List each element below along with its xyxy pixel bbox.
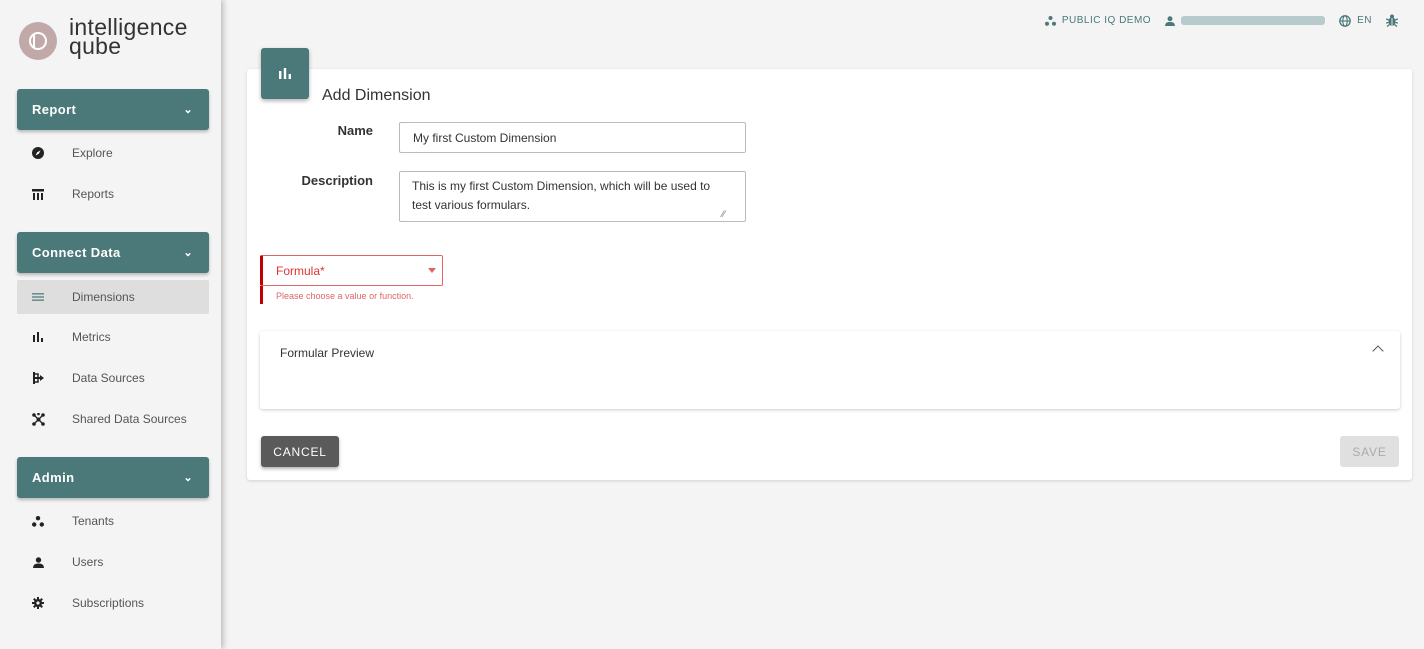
sidebar-item-shared-data-sources[interactable]: Shared Data Sources <box>17 402 209 436</box>
description-label: Description <box>301 173 373 188</box>
formula-error-bar <box>260 286 263 304</box>
sidebar: intelligence qube Report ⌄ Explore Repor… <box>0 0 221 649</box>
section-report[interactable]: Report ⌄ <box>17 89 209 130</box>
sidebar-item-explore[interactable]: Explore <box>17 136 209 170</box>
sidebar-item-tenants[interactable]: Tenants <box>17 504 209 538</box>
metrics-card-icon <box>261 48 309 99</box>
logo-text: intelligence qube <box>69 16 188 58</box>
tenant-name: PUBLIC IQ DEMO <box>1061 15 1152 26</box>
section-admin-title: Admin <box>32 470 75 485</box>
add-dimension-card: Add Dimension Name Description This is m… <box>247 69 1412 480</box>
formula-error-message: Please choose a value or function. <box>276 291 414 301</box>
user-icon <box>1165 15 1176 26</box>
tenant-switcher[interactable]: PUBLIC IQ DEMO <box>1044 15 1152 26</box>
description-textarea[interactable] <box>399 171 746 222</box>
formula-select[interactable]: Formula* <box>260 255 443 286</box>
list-icon <box>27 293 49 301</box>
source-icon <box>27 372 49 384</box>
language-switcher[interactable]: EN <box>1339 14 1372 27</box>
sidebar-item-label: Reports <box>72 187 115 201</box>
chevron-down-icon: ⌄ <box>183 472 193 484</box>
save-button[interactable]: SAVE <box>1340 436 1399 467</box>
bug-report-button[interactable] <box>1386 14 1404 27</box>
sidebar-item-reports[interactable]: Reports <box>17 177 209 211</box>
formula-placeholder: Formula* <box>276 263 325 278</box>
logo-icon <box>19 22 57 60</box>
name-input[interactable] <box>399 122 746 153</box>
name-label: Name <box>337 123 373 138</box>
table-icon <box>27 188 49 200</box>
section-report-title: Report <box>32 102 77 117</box>
sidebar-item-users[interactable]: Users <box>17 545 209 579</box>
sidebar-item-label: Metrics <box>72 330 111 344</box>
sidebar-item-label: Explore <box>72 146 113 160</box>
sidebar-item-dimensions[interactable]: Dimensions <box>17 280 209 314</box>
user-name-blurred <box>1181 16 1326 25</box>
chevron-down-icon: ⌄ <box>183 247 193 259</box>
sidebar-item-label: Data Sources <box>72 371 145 385</box>
formula-preview-title: Formular Preview <box>280 346 375 360</box>
tenants-icon <box>27 515 49 527</box>
globe-icon <box>1339 14 1351 27</box>
logo[interactable]: intelligence qube <box>19 16 188 60</box>
bar-chart-icon <box>27 332 49 342</box>
bar-chart-icon <box>279 68 291 79</box>
sidebar-item-label: Subscriptions <box>72 596 145 610</box>
section-connect-data[interactable]: Connect Data ⌄ <box>17 232 209 273</box>
chevron-up-icon[interactable] <box>1372 345 1384 357</box>
caret-down-icon <box>428 268 436 273</box>
resize-handle-icon[interactable]: ⁄⁄ <box>722 209 725 219</box>
page-title: Add Dimension <box>322 87 431 104</box>
sidebar-item-label: Dimensions <box>72 290 135 304</box>
sidebar-item-label: Shared Data Sources <box>72 412 187 426</box>
gear-icon <box>27 597 49 609</box>
sidebar-item-subscriptions[interactable]: Subscriptions <box>17 586 209 620</box>
bug-icon <box>1386 14 1398 27</box>
language-code: EN <box>1357 15 1372 26</box>
user-icon <box>27 556 49 568</box>
sidebar-item-metrics[interactable]: Metrics <box>17 320 209 354</box>
topbar: PUBLIC IQ DEMO EN <box>1031 14 1404 27</box>
section-connect-data-title: Connect Data <box>32 245 121 260</box>
chevron-down-icon: ⌄ <box>183 104 193 116</box>
sidebar-item-label: Tenants <box>72 514 115 528</box>
shared-icon <box>27 412 49 426</box>
section-admin[interactable]: Admin ⌄ <box>17 457 209 498</box>
compass-icon <box>27 147 49 159</box>
cancel-button[interactable]: CANCEL <box>261 436 339 467</box>
sidebar-item-label: Users <box>72 555 104 569</box>
formula-preview-panel: Formular Preview <box>260 331 1400 409</box>
user-menu[interactable] <box>1165 15 1326 26</box>
sidebar-item-data-sources[interactable]: Data Sources <box>17 361 209 395</box>
tenants-icon <box>1044 15 1056 26</box>
